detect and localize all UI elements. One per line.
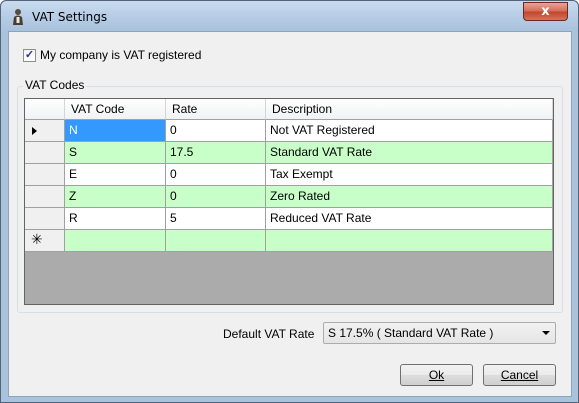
default-vat-rate-value: S 17.5% ( Standard VAT Rate ) xyxy=(328,326,494,340)
vat-registered-checkbox[interactable]: ✓ My company is VAT registered xyxy=(23,48,201,62)
vat-codes-group-title: VAT Codes xyxy=(23,78,87,92)
cell-description[interactable]: Standard VAT Rate xyxy=(266,142,553,164)
window-title: VAT Settings xyxy=(32,10,108,24)
table-row[interactable]: N 0 Not VAT Registered xyxy=(25,120,553,142)
close-icon: x xyxy=(541,4,550,19)
table-row[interactable]: Z 0 Zero Rated xyxy=(25,186,553,208)
title-bar[interactable]: VAT Settings x xyxy=(1,1,578,31)
vat-registered-label: My company is VAT registered xyxy=(40,48,202,62)
cell-description[interactable]: Tax Exempt xyxy=(266,164,553,186)
checkbox-box[interactable]: ✓ xyxy=(23,48,36,62)
cell-vat-code[interactable]: R xyxy=(65,208,166,230)
cell-rate[interactable]: 0 xyxy=(166,186,266,208)
cell-vat-code[interactable]: E xyxy=(65,164,166,186)
table-row[interactable]: S 17.5 Standard VAT Rate xyxy=(25,142,553,164)
row-selector-new[interactable]: ✳ xyxy=(25,230,65,252)
vat-codes-grid[interactable]: VAT Code Rate Description N 0 Not VAT Re… xyxy=(24,98,554,305)
new-cell-description[interactable] xyxy=(266,230,553,252)
table-row[interactable]: E 0 Tax Exempt xyxy=(25,164,553,186)
ok-button-label: Ok xyxy=(428,368,445,382)
table-row[interactable]: R 5 Reduced VAT Rate xyxy=(25,208,553,230)
row-selector-current[interactable] xyxy=(25,120,65,142)
new-cell-rate[interactable] xyxy=(166,230,266,252)
cancel-button-label: Cancel xyxy=(500,368,539,382)
grid-header: VAT Code Rate Description xyxy=(25,99,553,120)
column-header-description[interactable]: Description xyxy=(266,99,553,120)
row-selector[interactable] xyxy=(25,186,65,208)
new-row[interactable]: ✳ xyxy=(25,230,553,252)
column-header-rate[interactable]: Rate xyxy=(166,99,266,120)
default-vat-rate-select[interactable]: S 17.5% ( Standard VAT Rate ) xyxy=(323,322,556,344)
cell-description[interactable]: Reduced VAT Rate xyxy=(266,208,553,230)
cell-description[interactable]: Zero Rated xyxy=(266,186,553,208)
cell-description[interactable]: Not VAT Registered xyxy=(266,120,553,142)
vat-settings-window: VAT Settings x ✓ My company is VAT regis… xyxy=(0,0,579,403)
row-selector[interactable] xyxy=(25,142,65,164)
dialog-client-area: ✓ My company is VAT registered VAT Codes… xyxy=(8,31,572,397)
ok-button[interactable]: Ok xyxy=(400,364,473,386)
cell-rate[interactable]: 0 xyxy=(166,120,266,142)
default-vat-rate-label: Default VAT Rate xyxy=(223,327,315,341)
new-row-star-icon: ✳ xyxy=(31,232,43,248)
cell-rate[interactable]: 0 xyxy=(166,164,266,186)
header-corner xyxy=(25,99,65,120)
current-row-arrow-icon xyxy=(32,127,37,135)
chevron-down-icon[interactable] xyxy=(542,331,550,335)
cell-rate[interactable]: 17.5 xyxy=(166,142,266,164)
row-selector[interactable] xyxy=(25,164,65,186)
column-header-vat-code[interactable]: VAT Code xyxy=(65,99,166,120)
cell-vat-code[interactable]: Z xyxy=(65,186,166,208)
cancel-button[interactable]: Cancel xyxy=(483,364,556,386)
cell-rate[interactable]: 5 xyxy=(166,208,266,230)
close-button[interactable]: x xyxy=(523,2,568,21)
person-icon xyxy=(13,9,23,25)
cell-vat-code[interactable]: N xyxy=(65,120,166,142)
cell-vat-code[interactable]: S xyxy=(65,142,166,164)
new-cell-vat-code[interactable] xyxy=(65,230,166,252)
row-selector[interactable] xyxy=(25,208,65,230)
